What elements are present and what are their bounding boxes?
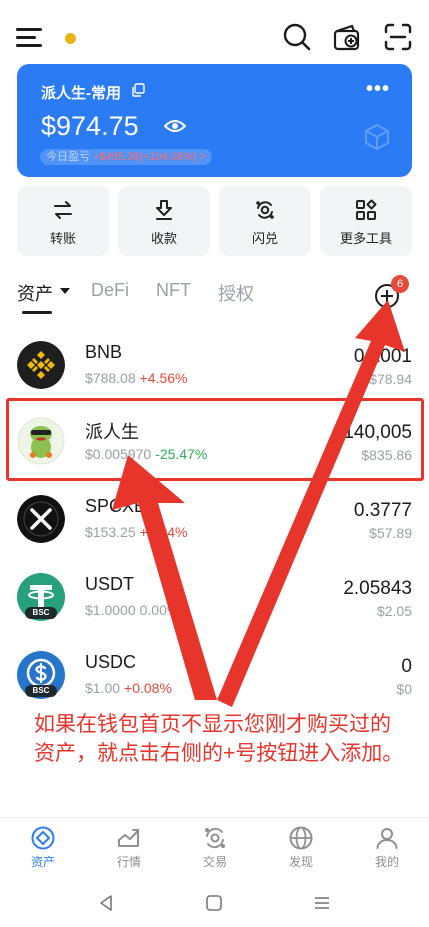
swap-icon	[256, 201, 274, 219]
tabbar-assets[interactable]: 资产	[0, 818, 86, 876]
add-token-badge: 6	[391, 275, 409, 293]
discover-icon	[289, 826, 313, 850]
quick-actions: 转账 收款 闪兑 更多工具	[17, 186, 412, 256]
receive-label: 收款	[150, 231, 177, 246]
tabbar-market-label: 行情	[116, 855, 141, 869]
transfer-icon	[54, 201, 72, 219]
tab-assets[interactable]: 资产	[17, 280, 53, 306]
asset-price: $153.25 +0.04%	[85, 524, 187, 540]
tabbar-profile-label: 我的	[374, 855, 399, 869]
wallet-balance: $974.75	[41, 111, 139, 141]
eye-icon[interactable]	[164, 118, 186, 134]
transfer-button[interactable]: 转账	[17, 186, 109, 256]
profile-icon	[376, 828, 398, 849]
asset-price-value: $1.0000	[85, 602, 136, 618]
swap-label: 闪兑	[251, 231, 278, 246]
asset-row-bnb[interactable]: BNB $788.08 +4.56% 0.1001 $78.94	[0, 326, 429, 404]
more-tools-label: 更多工具	[339, 231, 392, 246]
system-navigation-bar	[0, 880, 429, 927]
active-tab-indicator	[22, 311, 52, 314]
assets-icon	[31, 826, 55, 850]
bnb-icon	[17, 341, 65, 389]
trade-icon	[205, 827, 225, 849]
copy-icon[interactable]	[131, 83, 145, 97]
caret-down-icon[interactable]	[60, 288, 70, 294]
asset-price: $1.0000 0.00%	[85, 602, 179, 618]
asset-amount: 0.3777	[353, 500, 412, 521]
top-bar	[0, 0, 429, 62]
back-icon[interactable]	[97, 894, 115, 912]
recents-icon[interactable]	[313, 894, 331, 912]
asset-price-value: $1.00	[85, 680, 121, 696]
bsc-tag: BSC	[25, 607, 57, 619]
tab-nft[interactable]: NFT	[156, 280, 191, 301]
receive-button[interactable]: 收款	[118, 186, 210, 256]
wallet-name[interactable]: 派人生-常用	[41, 82, 121, 103]
scan-icon[interactable]	[383, 22, 413, 52]
daily-pnl[interactable]: 今日盈亏 +$495.38(+104.08%) >	[40, 149, 212, 165]
tabbar-trade[interactable]: 交易	[172, 818, 258, 876]
annotation-text: 如果在钱包首页不显示您刚才购买过的资产，就点击右侧的+号按钮进入添加。	[34, 713, 404, 765]
asset-change: +4.56%	[139, 370, 188, 386]
highlight-box	[6, 398, 424, 481]
more-tools-button[interactable]: 更多工具	[320, 186, 412, 256]
asset-name: BNB	[85, 342, 123, 362]
swap-button[interactable]: 闪兑	[219, 186, 311, 256]
asset-change: +0.08%	[124, 680, 172, 696]
asset-value: $0	[396, 681, 412, 697]
asset-name: USDC	[85, 652, 137, 672]
bottom-tab-bar: 资产 行情 交易 发现 我的	[0, 817, 429, 875]
asset-price-value: $153.25	[85, 524, 136, 540]
tabbar-trade-label: 交易	[202, 855, 227, 869]
asset-tabs: 资产 DeFi NFT 授权 6	[17, 275, 412, 314]
asset-name: SPCXB	[85, 496, 147, 516]
asset-price-value: $788.08	[85, 370, 136, 386]
asset-amount: 2.05843	[343, 578, 412, 599]
tab-defi[interactable]: DeFi	[91, 280, 129, 301]
receive-icon	[156, 200, 172, 220]
asset-value: $78.94	[369, 371, 412, 387]
add-wallet-icon[interactable]	[332, 22, 362, 52]
asset-name: USDT	[85, 574, 134, 594]
wallet-card[interactable]: 派人生-常用 ••• $974.75 今日盈亏 +$495.38(+104.08…	[17, 64, 412, 177]
usdc-icon: BSC	[17, 651, 65, 699]
daily-pnl-value: +$495.38(+104.08%) >	[93, 151, 206, 163]
asset-change: 0.00%	[139, 602, 180, 618]
tabbar-profile[interactable]: 我的	[344, 818, 429, 876]
tabbar-discover[interactable]: 发现	[258, 818, 344, 876]
tabbar-assets-label: 资产	[30, 855, 55, 869]
asset-change: +0.04%	[139, 524, 188, 540]
transfer-label: 转账	[49, 231, 76, 246]
asset-price: $1.00 +0.08%	[85, 680, 172, 696]
spacex-x-icon	[17, 495, 65, 543]
asset-value: $57.89	[369, 525, 412, 541]
asset-amount: 0.1001	[353, 346, 412, 367]
tether-icon: BSC	[17, 573, 65, 621]
home-icon[interactable]	[205, 894, 223, 912]
asset-row-usdt[interactable]: BSC USDT $1.0000 0.00% 2.05843 $2.05	[0, 558, 429, 636]
status-dot-icon	[65, 33, 76, 44]
asset-row-usdc[interactable]: BSC USDC $1.00 +0.08% 0 $0	[0, 636, 429, 714]
daily-pnl-label: 今日盈亏	[46, 151, 90, 163]
wallet-more-button[interactable]: •••	[366, 78, 390, 101]
tabbar-market[interactable]: 行情	[86, 818, 172, 876]
tools-icon	[356, 199, 377, 220]
cube-watermark-icon	[365, 124, 389, 150]
bsc-tag: BSC	[25, 685, 57, 697]
asset-amount: 0	[401, 656, 412, 677]
search-icon[interactable]	[282, 22, 312, 52]
asset-price: $788.08 +4.56%	[85, 370, 187, 386]
tabbar-discover-label: 发现	[288, 855, 313, 869]
tab-authorization[interactable]: 授权	[218, 280, 254, 306]
menu-icon[interactable]	[16, 26, 44, 48]
market-icon	[118, 829, 139, 847]
asset-row-spcxb[interactable]: SPCXB $153.25 +0.04% 0.3777 $57.89	[0, 480, 429, 558]
asset-value: $2.05	[376, 603, 412, 619]
